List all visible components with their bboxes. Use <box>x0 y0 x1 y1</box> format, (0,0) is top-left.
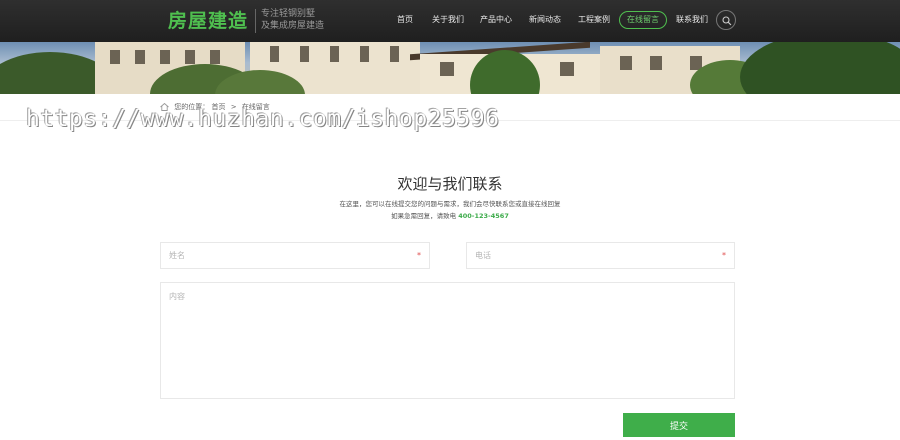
logo-divider <box>255 9 256 33</box>
phone-input[interactable] <box>467 243 734 268</box>
nav-item-message[interactable]: 在线留言 <box>619 11 667 29</box>
nav-item-home[interactable]: 首页 <box>397 11 413 29</box>
watermark-text: https://www.huzhan.com/ishop25596 <box>26 106 500 132</box>
nav-item-news[interactable]: 新闻动态 <box>529 11 561 29</box>
content-textarea[interactable] <box>161 283 734 398</box>
name-input[interactable] <box>161 243 429 268</box>
site-header: 房屋建造 专注轻钢别墅 及集成房屋建造 首页 关于我们 产品中心 新闻动态 工程… <box>0 0 900 42</box>
intro-line-2: 如果急需回复，请致电 400-123-4567 <box>0 210 900 222</box>
search-icon <box>722 16 732 26</box>
tagline-line-2: 及集成房屋建造 <box>261 21 325 31</box>
intro-text: 在这里，您可以在线提交您的问题与需求，我们会尽快联系您或直接在线回复 如果急需回… <box>0 198 900 222</box>
tagline-line-1: 专注轻钢别墅 <box>261 9 316 19</box>
nav-item-contact[interactable]: 联系我们 <box>676 11 708 29</box>
nav-item-products[interactable]: 产品中心 <box>480 11 512 29</box>
banner-image <box>0 42 900 94</box>
site-tagline: 专注轻钢别墅 及集成房屋建造 <box>261 8 324 32</box>
page-title: 欢迎与我们联系 <box>397 175 503 193</box>
site-logo[interactable]: 房屋建造 <box>168 6 248 33</box>
nav-item-cases[interactable]: 工程案例 <box>578 11 610 29</box>
nav-item-about[interactable]: 关于我们 <box>432 11 464 29</box>
phone-number: 400-123-4567 <box>458 212 509 220</box>
search-button[interactable] <box>716 10 736 30</box>
phone-field-wrapper: * <box>466 242 735 269</box>
name-field-wrapper: * <box>160 242 430 269</box>
intro-line-2-prefix: 如果急需回复，请致电 <box>391 212 457 220</box>
name-required-mark: * <box>417 251 421 260</box>
content-field-wrapper <box>160 282 735 399</box>
phone-required-mark: * <box>722 251 726 260</box>
intro-line-1: 在这里，您可以在线提交您的问题与需求，我们会尽快联系您或直接在线回复 <box>339 200 561 208</box>
submit-button[interactable]: 提交 <box>623 413 735 437</box>
